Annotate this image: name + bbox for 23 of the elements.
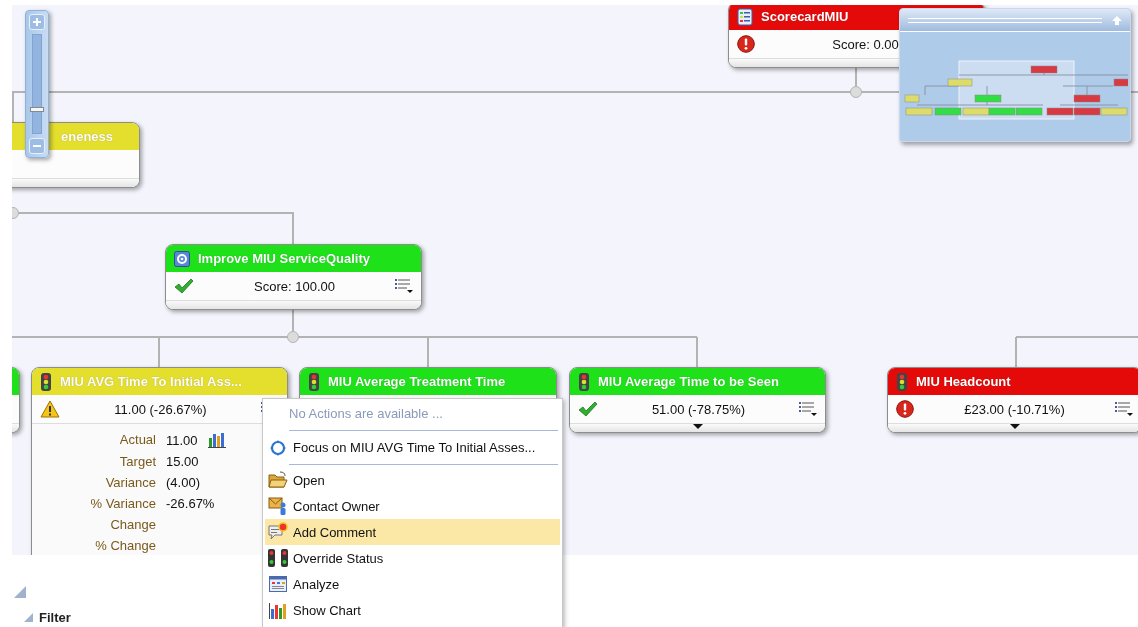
node-title: Improve MIU ServiceQuality [198,251,370,266]
detail-value: 11.00 [166,432,198,448]
detail-label: Target [118,454,156,469]
node-value: 51.00 (-78.75%) [650,401,747,417]
detail-label: % Variance [89,496,156,511]
detail-label: Actual [118,432,156,448]
node-value: Score: 0.00 [831,36,900,52]
node-title: eneness [61,129,114,144]
node-value: Score: 100.00 [253,278,336,294]
detail-value: (4.00) [166,475,200,490]
node-title: MIU Headcount [916,374,1011,389]
detail-label: % Change [94,538,156,553]
node-title: MIU Average Time to be Seen [598,374,779,389]
node-title: MIU AVG Time To Initial Ass... [60,374,242,389]
detail-value: 15.00 [166,454,199,469]
detail-label: Variance [104,475,156,490]
node-value: 11.00 (-26.67%) [113,401,208,417]
node-title: MIU Average Treatment Time [328,374,506,389]
node-value: £23.00 (-10.71%) [963,401,1066,417]
menu-message: No Actions are available ... [288,405,444,423]
detail-value: -26.67% [166,496,215,511]
node-title: ScorecardMIU [761,9,849,24]
detail-label: Change [109,517,156,532]
